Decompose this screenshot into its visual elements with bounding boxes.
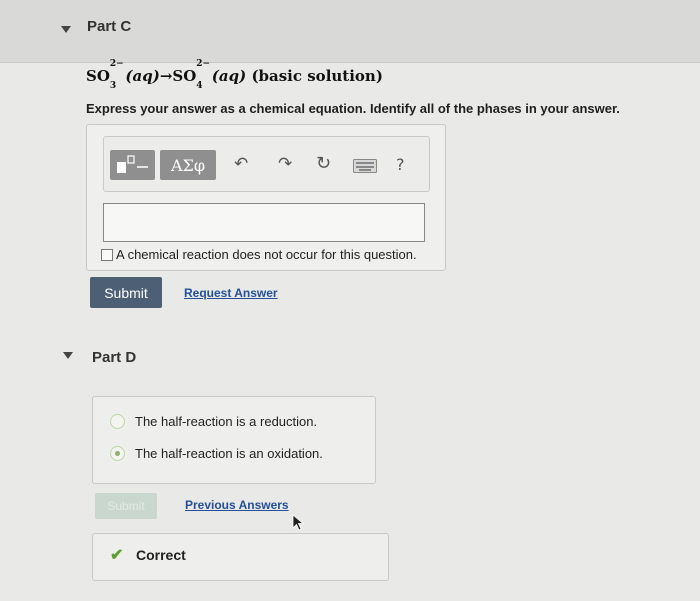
radio-button[interactable] xyxy=(110,414,125,429)
redo-icon[interactable]: ↷ xyxy=(278,154,292,174)
radio-button-selected[interactable] xyxy=(110,446,125,461)
keyboard-icon[interactable] xyxy=(353,158,377,178)
previous-answers-link[interactable]: Previous Answers xyxy=(185,498,289,512)
no-reaction-checkbox[interactable] xyxy=(101,248,113,261)
checkmark-icon: ✔ xyxy=(110,547,124,564)
request-answer-link[interactable]: Request Answer xyxy=(184,286,278,300)
template-icon xyxy=(116,155,148,173)
collapse-caret-icon[interactable] xyxy=(63,352,73,359)
reactant-formula: SO 2− 3 xyxy=(86,59,124,91)
no-reaction-label: A chemical reaction does not occur for t… xyxy=(116,247,417,262)
submit-button[interactable]: Submit xyxy=(90,277,162,308)
product-formula: SO 2− 4 xyxy=(172,59,211,91)
template-button[interactable] xyxy=(110,150,155,180)
collapse-caret-icon[interactable] xyxy=(61,26,71,33)
reset-icon[interactable]: ↻ xyxy=(316,153,331,174)
submit-button-disabled: Submit xyxy=(95,493,157,519)
option-label: The half-reaction is a reduction. xyxy=(135,414,318,429)
option-label: The half-reaction is an oxidation. xyxy=(135,446,323,461)
no-reaction-option[interactable]: A chemical reaction does not occur for t… xyxy=(101,247,417,262)
question-equation: SO 2− 3 (aq)→SO 2− 4 (aq) (basic solution) xyxy=(86,59,383,91)
part-c-title: Part C xyxy=(87,18,132,35)
help-button[interactable]: ? xyxy=(396,155,405,174)
option-reduction[interactable]: The half-reaction is a reduction. xyxy=(110,414,317,429)
instruction-text: Express your answer as a chemical equati… xyxy=(86,101,620,116)
option-oxidation[interactable]: The half-reaction is an oxidation. xyxy=(110,446,323,461)
answer-input[interactable] xyxy=(103,203,425,242)
part-d-title: Part D xyxy=(92,349,137,366)
feedback-label: Correct xyxy=(136,547,186,563)
greek-symbols-button[interactable]: ΑΣφ xyxy=(160,150,216,180)
multiple-choice-panel xyxy=(92,396,376,484)
mouse-cursor-icon xyxy=(292,514,305,531)
undo-icon[interactable]: ↶ xyxy=(234,154,248,174)
